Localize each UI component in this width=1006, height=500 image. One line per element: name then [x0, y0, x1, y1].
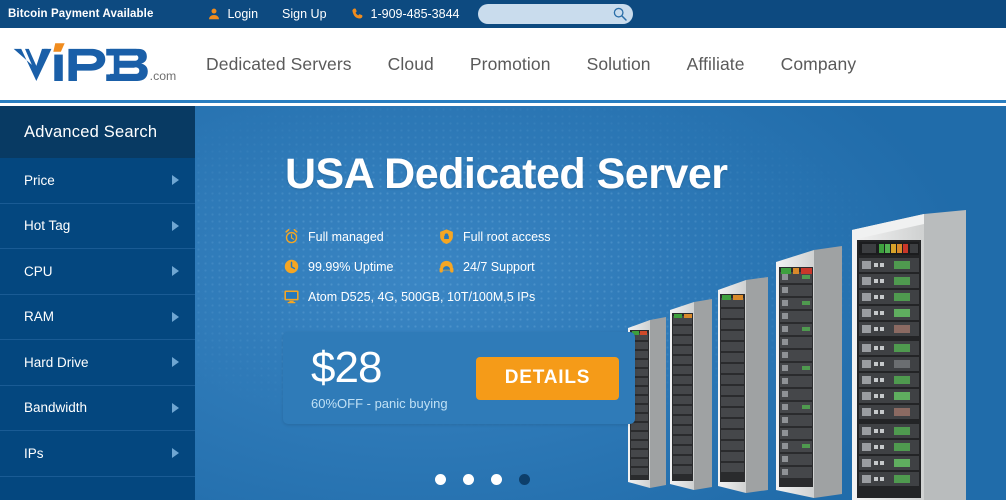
promo-price-card: $28 60%OFF - panic buying DETAILS — [283, 332, 635, 424]
signup-label: Sign Up — [282, 7, 327, 21]
details-button[interactable]: DETAILS — [476, 356, 619, 400]
chevron-right-icon — [172, 357, 179, 368]
search-box[interactable] — [477, 4, 633, 24]
search-input[interactable] — [477, 4, 633, 24]
sidebar-item-label: CPU — [24, 263, 53, 279]
banner-feature-list: Full managed Full root access 99.99% Upt… — [283, 228, 673, 318]
login-label: Login — [227, 7, 259, 21]
phone-label: 1-909-485-3844 — [370, 7, 460, 21]
feature-full-root-access: Full root access — [438, 228, 638, 245]
vip3-logo-icon: .com — [13, 43, 177, 83]
signup-link[interactable]: Sign Up — [282, 7, 326, 21]
login-link[interactable]: Login — [207, 7, 258, 21]
sidebar-item-bandwidth[interactable]: Bandwidth — [0, 386, 195, 431]
banner-headline: USA Dedicated Server — [285, 150, 728, 198]
chevron-right-icon — [172, 448, 179, 459]
phone-number[interactable]: 1-909-485-3844 — [351, 7, 460, 21]
carousel-dot-1[interactable] — [435, 474, 446, 485]
chevron-right-icon — [172, 402, 179, 413]
feature-full-managed: Full managed — [283, 228, 438, 245]
search-icon — [613, 7, 627, 21]
feature-uptime: 99.99% Uptime — [283, 258, 438, 275]
monitor-icon — [284, 290, 299, 304]
chevron-right-icon — [172, 311, 179, 322]
feature-label: 24/7 Support — [463, 259, 535, 274]
nav-item-solution[interactable]: Solution — [569, 54, 669, 75]
sidebar-item-hot-tag[interactable]: Hot Tag — [0, 204, 195, 249]
phone-icon — [351, 8, 362, 19]
chevron-right-icon — [172, 266, 179, 277]
sidebar-item-label: Bandwidth — [24, 400, 88, 416]
headset-icon — [439, 260, 454, 273]
svg-text:.com: .com — [150, 69, 177, 83]
price-amount: $28 — [311, 342, 382, 392]
feature-label: 99.99% Uptime — [308, 259, 394, 274]
bitcoin-payment-note: Bitcoin Payment Available — [8, 8, 154, 20]
sidebar-item-hard-drive[interactable]: Hard Drive — [0, 340, 195, 386]
feature-row: 99.99% Uptime 24/7 Support — [283, 258, 673, 275]
page-root: Bitcoin Payment Available Login Sign Up … — [0, 0, 1006, 500]
body-area: Advanced Search Price Hot Tag CPU RAM Ha… — [0, 106, 1006, 500]
alarm-clock-icon — [285, 228, 298, 244]
sidebar-item-label: Hard Drive — [24, 354, 89, 370]
sidebar-item-ips[interactable]: IPs — [0, 431, 195, 477]
site-header: .com Dedicated Servers Cloud Promotion S… — [0, 28, 1006, 103]
carousel-dot-2[interactable] — [463, 474, 474, 485]
sidebar-item-label: Price — [24, 172, 55, 188]
feature-label: Full managed — [308, 229, 384, 244]
sidebar-item-label: RAM — [24, 309, 54, 325]
server-rack-illustration — [628, 210, 966, 500]
shield-icon — [440, 229, 453, 244]
site-logo[interactable]: .com — [8, 36, 178, 92]
chevron-right-icon — [172, 175, 179, 186]
main-navigation: Dedicated Servers Cloud Promotion Soluti… — [188, 28, 874, 100]
nav-item-dedicated-servers[interactable]: Dedicated Servers — [188, 54, 370, 75]
nav-item-company[interactable]: Company — [763, 54, 875, 75]
search-button[interactable] — [612, 6, 628, 22]
feature-row: Full managed Full root access — [283, 228, 673, 245]
chevron-right-icon — [172, 220, 179, 231]
sidebar-item-ram[interactable]: RAM — [0, 295, 195, 340]
feature-server-spec: Atom D525, 4G, 500GB, 10T/100M,5 IPs — [283, 288, 535, 305]
hero-banner: USA Dedicated Server Full managed Full r… — [195, 106, 1006, 500]
carousel-dot-3[interactable] — [491, 474, 502, 485]
feature-row-spec: Atom D525, 4G, 500GB, 10T/100M,5 IPs — [283, 288, 673, 305]
feature-support: 24/7 Support — [438, 258, 638, 275]
nav-item-promotion[interactable]: Promotion — [452, 54, 569, 75]
sidebar-item-price[interactable]: Price — [0, 158, 195, 204]
sidebar-item-cpu[interactable]: CPU — [0, 249, 195, 295]
nav-item-affiliate[interactable]: Affiliate — [669, 54, 763, 75]
clock-icon — [284, 259, 299, 274]
price-note: 60%OFF - panic buying — [311, 395, 448, 411]
feature-spec-label: Atom D525, 4G, 500GB, 10T/100M,5 IPs — [308, 289, 536, 304]
feature-label: Full root access — [463, 229, 551, 244]
price-column: $28 60%OFF - panic buying — [311, 342, 476, 411]
user-icon — [209, 8, 220, 20]
advanced-search-sidebar: Advanced Search Price Hot Tag CPU RAM Ha… — [0, 106, 195, 500]
sidebar-item-label: Hot Tag — [24, 218, 71, 234]
sidebar-title: Advanced Search — [0, 106, 195, 158]
sidebar-item-label: IPs — [24, 445, 44, 461]
carousel-pagination — [435, 474, 530, 485]
nav-item-cloud[interactable]: Cloud — [370, 54, 452, 75]
top-utility-bar: Bitcoin Payment Available Login Sign Up … — [0, 0, 1006, 28]
sidebar-filler — [0, 477, 195, 497]
carousel-dot-4-active[interactable] — [519, 474, 530, 485]
